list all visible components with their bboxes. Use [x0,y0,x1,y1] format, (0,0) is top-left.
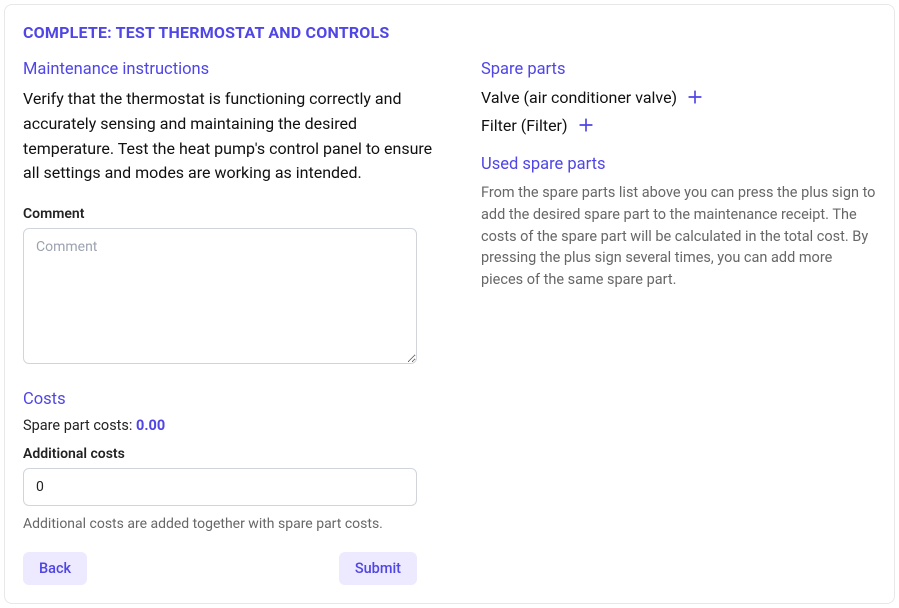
button-row: Back Submit [23,552,417,585]
used-spare-parts-text: From the spare parts list above you can … [481,182,876,291]
additional-costs-input[interactable] [23,468,417,506]
spare-part-costs-value: 0.00 [136,417,165,434]
comment-label: Comment [23,206,443,222]
add-spare-part-button[interactable] [685,87,705,107]
right-column: Spare parts Valve (air conditioner valve… [481,60,876,585]
spare-part-item: Filter (Filter) [481,115,876,135]
columns: Maintenance instructions Verify that the… [23,60,876,585]
costs-helper-text: Additional costs are added together with… [23,516,443,532]
spare-parts-heading: Spare parts [481,60,876,79]
used-spare-parts-heading: Used spare parts [481,155,876,174]
add-spare-part-button[interactable] [576,115,596,135]
spare-part-costs-line: Spare part costs: 0.00 [23,417,443,434]
costs-heading: Costs [23,390,443,409]
spare-part-costs-label: Spare part costs: [23,417,136,434]
form-card: COMPLETE: TEST THERMOSTAT AND CONTROLS M… [4,4,895,604]
maintenance-instructions-heading: Maintenance instructions [23,60,443,79]
maintenance-instructions-text: Verify that the thermostat is functionin… [23,87,443,186]
back-button[interactable]: Back [23,552,87,585]
comment-textarea[interactable] [23,228,417,364]
spare-part-item: Valve (air conditioner valve) [481,87,876,107]
plus-icon [685,87,705,107]
page-title: COMPLETE: TEST THERMOSTAT AND CONTROLS [23,23,876,42]
spare-part-label: Valve (air conditioner valve) [481,88,677,107]
additional-costs-label: Additional costs [23,446,443,462]
plus-icon [576,115,596,135]
spare-part-label: Filter (Filter) [481,116,568,135]
submit-button[interactable]: Submit [339,552,417,585]
left-column: Maintenance instructions Verify that the… [23,60,443,585]
